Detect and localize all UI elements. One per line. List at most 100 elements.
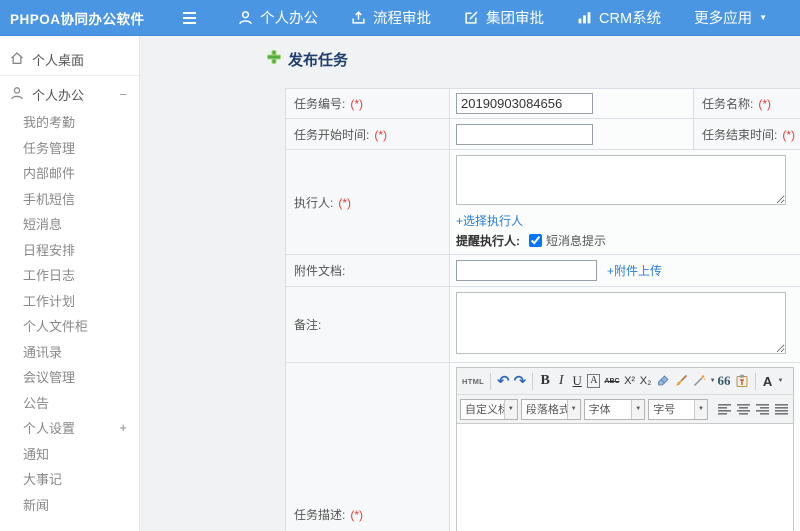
sidebar: 个人桌面 个人办公 − 我的考勤 任务管理 内部邮件 手机短信 短消息 日程安排…	[0, 36, 140, 531]
select-value: 字体	[588, 404, 611, 416]
sidebar-item-label: 个人桌面	[32, 53, 85, 68]
nav-label: 个人办公	[260, 11, 319, 27]
sidebar-item-personal-desktop[interactable]: 个人桌面	[0, 44, 139, 76]
strikethrough-button[interactable]: ABC	[602, 371, 621, 391]
end-time-label: 任务结束时间:	[702, 127, 778, 142]
task-name-label-cell: 任务名称: (*)	[693, 88, 800, 119]
bold-button[interactable]: B	[537, 371, 553, 391]
blockquote-button[interactable]: 66	[716, 371, 733, 391]
custom-heading-select[interactable]: 自定义标题 ▼	[460, 398, 518, 420]
caret-down-icon: ▼	[566, 399, 580, 419]
sidebar-item-personal-settings[interactable]: 个人设置 +	[0, 415, 139, 441]
sidebar-item-label: 公告	[23, 395, 50, 411]
font-size-select[interactable]: 字号 ▼	[648, 398, 708, 420]
home-icon	[10, 51, 24, 68]
nav-more-apps[interactable]: 更多应用 ▼	[694, 7, 767, 28]
html-source-button[interactable]: HTML	[460, 371, 486, 391]
sidebar-item-personal-files[interactable]: 个人文件柜	[0, 313, 139, 339]
remark-textarea[interactable]	[456, 292, 786, 354]
paste-from-word-icon[interactable]	[733, 371, 751, 391]
sidebar-item-announcement[interactable]: 公告	[0, 390, 139, 416]
add-plus-icon	[267, 50, 281, 69]
attachment-label: 附件文档:	[294, 264, 346, 278]
main-content: 发布任务 任务编号: (*) 任务名称: (*) 任务开始时间: (*)	[140, 36, 800, 531]
executor-label: 执行人:	[294, 195, 334, 210]
subscript-button[interactable]: X₂	[638, 371, 654, 391]
sidebar-item-short-message[interactable]: 短消息	[0, 211, 139, 237]
caret-down-icon: ▼	[631, 399, 645, 419]
format-brush-icon[interactable]	[672, 371, 690, 391]
caret-down-icon: ▼	[759, 12, 767, 22]
executor-textarea[interactable]	[456, 155, 786, 205]
page-title-text: 发布任务	[288, 52, 349, 69]
align-center-icon[interactable]	[735, 400, 752, 418]
sidebar-item-work-log[interactable]: 工作日志	[0, 262, 139, 288]
crm-chart-icon	[577, 10, 592, 25]
sidebar-item-events[interactable]: 大事记	[0, 466, 139, 492]
choose-executor-link[interactable]: +选择执行人	[456, 214, 523, 228]
font-color-button[interactable]: A	[760, 371, 776, 391]
description-label: 任务描述:	[294, 507, 346, 522]
attachment-upload-link[interactable]: +附件上传	[607, 262, 662, 279]
start-time-cell	[449, 118, 694, 150]
sidebar-item-work-plan[interactable]: 工作计划	[0, 288, 139, 314]
sms-reminder-label: 短消息提示	[546, 234, 607, 248]
sidebar-item-meeting-management[interactable]: 会议管理	[0, 364, 139, 390]
remark-cell	[449, 286, 800, 363]
sidebar-item-schedule[interactable]: 日程安排	[0, 237, 139, 263]
executor-label-cell: 执行人: (*)	[285, 149, 450, 255]
nav-workflow-approval[interactable]: 流程审批	[351, 7, 431, 28]
sidebar-item-news[interactable]: 新闻	[0, 492, 139, 518]
description-label-cell: 任务描述: (*)	[285, 362, 450, 531]
align-justify-icon[interactable]	[773, 400, 790, 418]
superscript-button[interactable]: X²	[622, 371, 638, 391]
sidebar-item-my-attendance[interactable]: 我的考勤	[0, 109, 139, 135]
task-number-input[interactable]	[456, 93, 593, 114]
sidebar-item-personal-office[interactable]: 个人办公 −	[0, 80, 139, 109]
end-time-label-cell: 任务结束时间: (*)	[693, 118, 800, 150]
font-family-select[interactable]: 字体 ▼	[583, 398, 646, 420]
sidebar-item-internal-mail[interactable]: 内部邮件	[0, 160, 139, 186]
start-time-input[interactable]	[456, 123, 593, 145]
sidebar-item-label: 内部邮件	[23, 166, 76, 182]
attachment-input[interactable]	[456, 260, 597, 281]
task-number-label-cell: 任务编号: (*)	[285, 88, 450, 119]
nav-crm-system[interactable]: CRM系统	[577, 7, 661, 28]
rich-text-editor: HTML ↶ ↷ B I U A ABC X² X₂ ▼ 66 A ▼ 自定义 …	[456, 367, 794, 531]
sms-reminder-checkbox[interactable]	[529, 234, 542, 247]
sidebar-item-notice[interactable]: 通知	[0, 441, 139, 467]
align-left-icon[interactable]	[716, 400, 733, 418]
underline-button[interactable]: U	[569, 371, 585, 391]
sidebar-item-mobile-sms[interactable]: 手机短信	[0, 186, 139, 212]
sidebar-item-label: 日程安排	[23, 242, 76, 258]
flow-approval-icon	[351, 10, 366, 25]
start-time-label-cell: 任务开始时间: (*)	[285, 118, 450, 150]
select-value: 段落格式	[525, 404, 567, 416]
undo-icon[interactable]: ↶	[495, 371, 512, 391]
italic-button[interactable]: I	[553, 371, 569, 391]
editor-content-area[interactable]	[457, 424, 793, 531]
paragraph-format-select[interactable]: 段落格式 ▼	[520, 398, 581, 420]
text-style-button[interactable]: A	[587, 374, 601, 388]
required-mark: (*)	[350, 507, 364, 522]
collapse-minus-icon[interactable]: −	[119, 87, 127, 102]
align-right-icon[interactable]	[754, 400, 771, 418]
expand-plus-icon[interactable]: +	[119, 420, 127, 435]
sidebar-item-contacts[interactable]: 通讯录	[0, 339, 139, 365]
sidebar-item-label: 新闻	[23, 497, 50, 513]
eraser-icon[interactable]	[654, 371, 672, 391]
magic-wand-icon[interactable]	[690, 371, 708, 391]
hamburger-menu-icon[interactable]	[182, 11, 197, 24]
editor-toolbar-row2: 自定义标题 ▼ 段落格式 ▼ 字体 ▼	[457, 395, 793, 424]
nav-group-approval[interactable]: 集团审批	[464, 7, 544, 28]
sidebar-item-task-management[interactable]: 任务管理	[0, 135, 139, 161]
remark-label: 备注:	[294, 318, 322, 332]
user-icon	[10, 86, 24, 103]
sidebar-item-label: 任务管理	[23, 140, 76, 156]
nav-personal-office[interactable]: 个人办公	[238, 7, 318, 28]
caret-down-icon[interactable]: ▼	[778, 378, 784, 384]
select-value: 字号	[653, 404, 676, 416]
description-editor-cell: HTML ↶ ↷ B I U A ABC X² X₂ ▼ 66 A ▼ 自定义 …	[449, 362, 800, 531]
executor-cell: +选择执行人 提醒执行人: 短消息提示	[449, 149, 800, 255]
redo-icon[interactable]: ↷	[512, 371, 529, 391]
